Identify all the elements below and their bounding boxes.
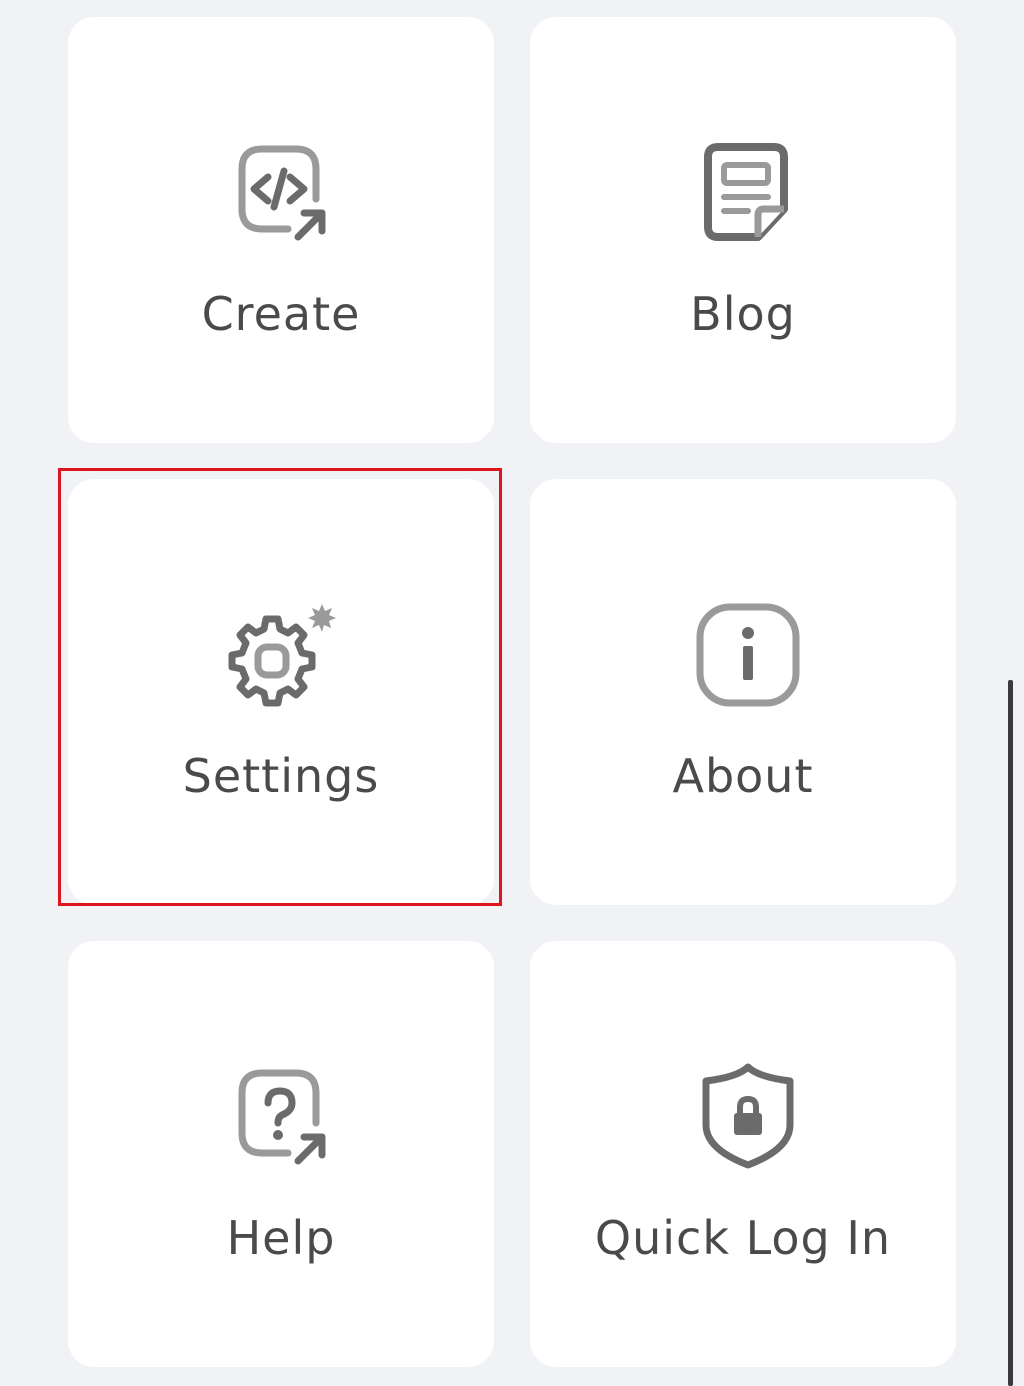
tile-quick-log-in[interactable]: Quick Log In: [530, 941, 956, 1367]
create-external-icon: [216, 129, 346, 259]
tile-about-label: About: [672, 749, 814, 803]
tile-settings-label: Settings: [182, 749, 380, 803]
more-menu-grid: Create Blog Settings About Help Quick Lo…: [0, 0, 1024, 1386]
tile-settings[interactable]: Settings: [68, 479, 494, 905]
tile-help-label: Help: [226, 1211, 336, 1265]
tile-help[interactable]: Help: [68, 941, 494, 1367]
info-icon: [678, 591, 808, 721]
tile-create[interactable]: Create: [68, 17, 494, 443]
tile-blog[interactable]: Blog: [530, 17, 956, 443]
shield-lock-icon: [678, 1053, 808, 1183]
tile-about[interactable]: About: [530, 479, 956, 905]
tile-blog-label: Blog: [690, 287, 796, 341]
settings-gear-icon: [216, 591, 346, 721]
tile-create-label: Create: [201, 287, 361, 341]
tile-quick-log-in-label: Quick Log In: [594, 1211, 892, 1265]
help-external-icon: [216, 1053, 346, 1183]
blog-icon: [678, 129, 808, 259]
scrollbar[interactable]: [1008, 680, 1013, 1386]
